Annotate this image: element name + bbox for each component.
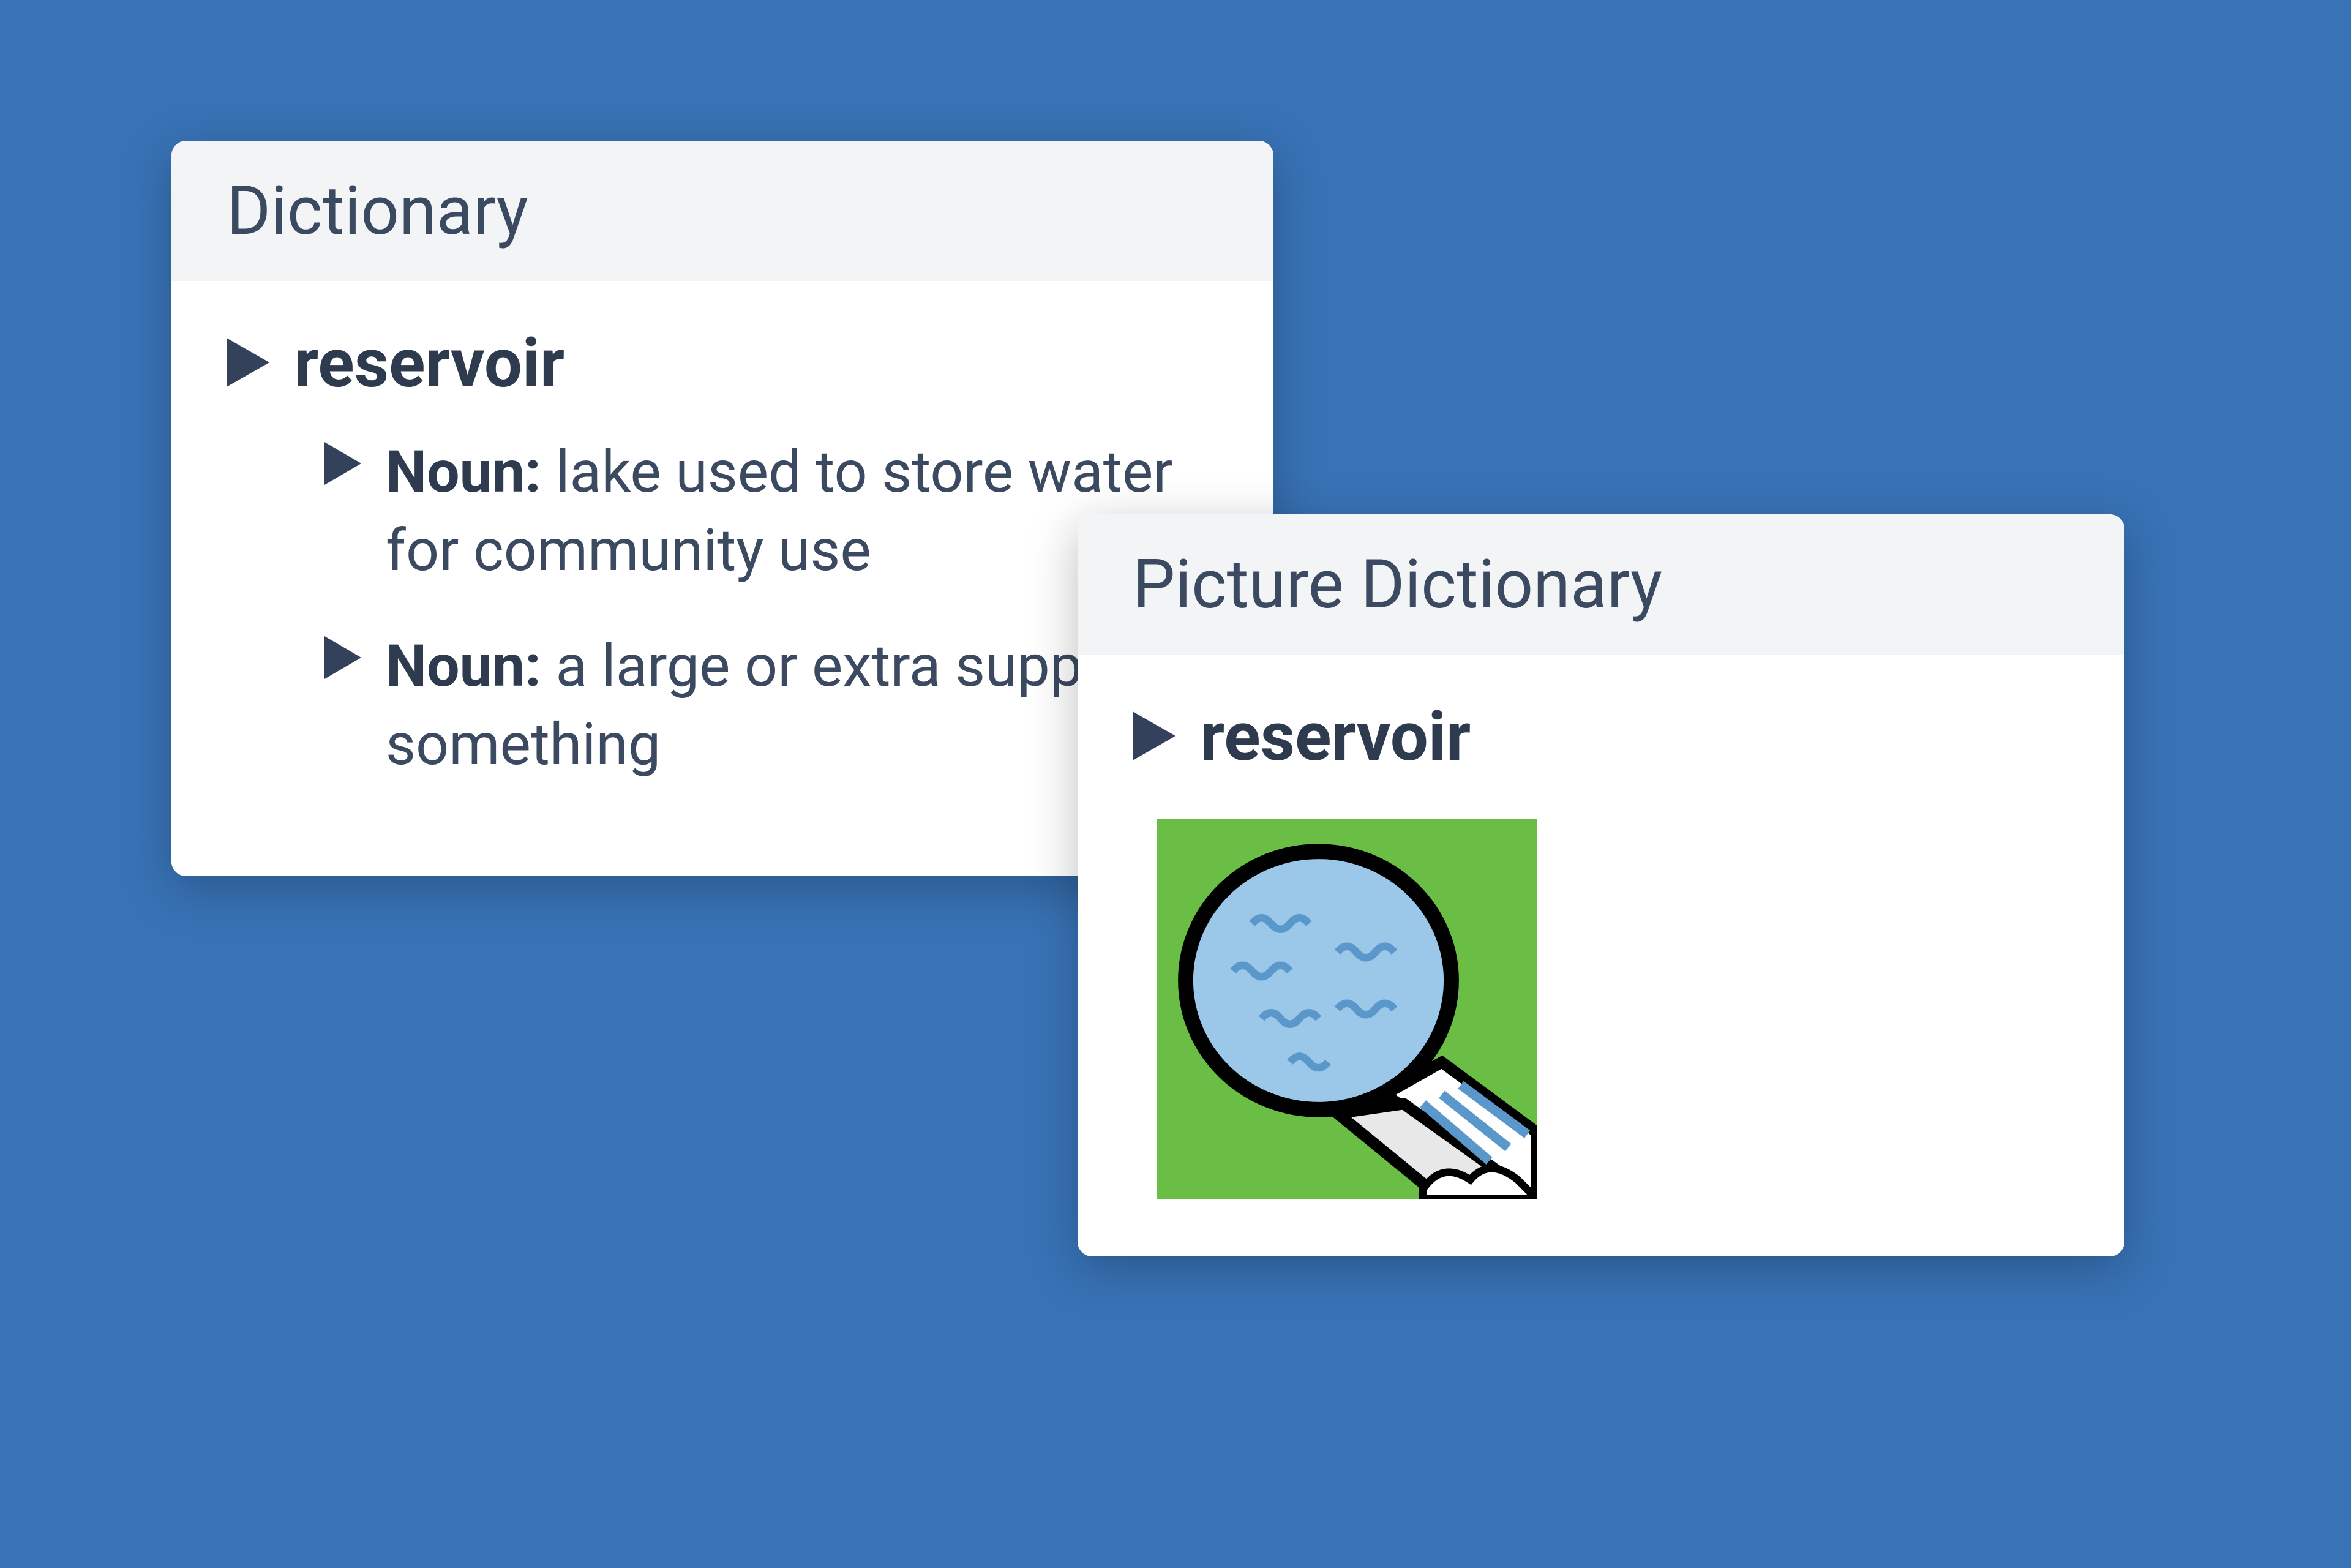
play-icon[interactable] [324, 636, 361, 681]
dictionary-header: Dictionary [171, 141, 1273, 281]
dictionary-title: Dictionary [227, 171, 1218, 250]
picture-dictionary-card: Picture Dictionary reservoir [1078, 514, 2124, 1256]
reservoir-icon [1157, 819, 1537, 1199]
headword: reservoir [294, 324, 564, 403]
word-row: reservoir [227, 324, 1218, 403]
picture-dictionary-body: reservoir [1078, 655, 2124, 1256]
picture-dictionary-title: Picture Dictionary [1133, 545, 2069, 624]
play-icon[interactable] [227, 338, 269, 389]
headword: reservoir [1200, 697, 1471, 776]
play-icon[interactable] [1133, 711, 1176, 763]
part-of-speech: Noun: [386, 438, 541, 506]
play-icon[interactable] [324, 442, 361, 487]
word-row: reservoir [1133, 697, 2069, 776]
picture-illustration [1157, 819, 2069, 1201]
part-of-speech: Noun: [386, 632, 541, 700]
picture-dictionary-header: Picture Dictionary [1078, 514, 2124, 655]
